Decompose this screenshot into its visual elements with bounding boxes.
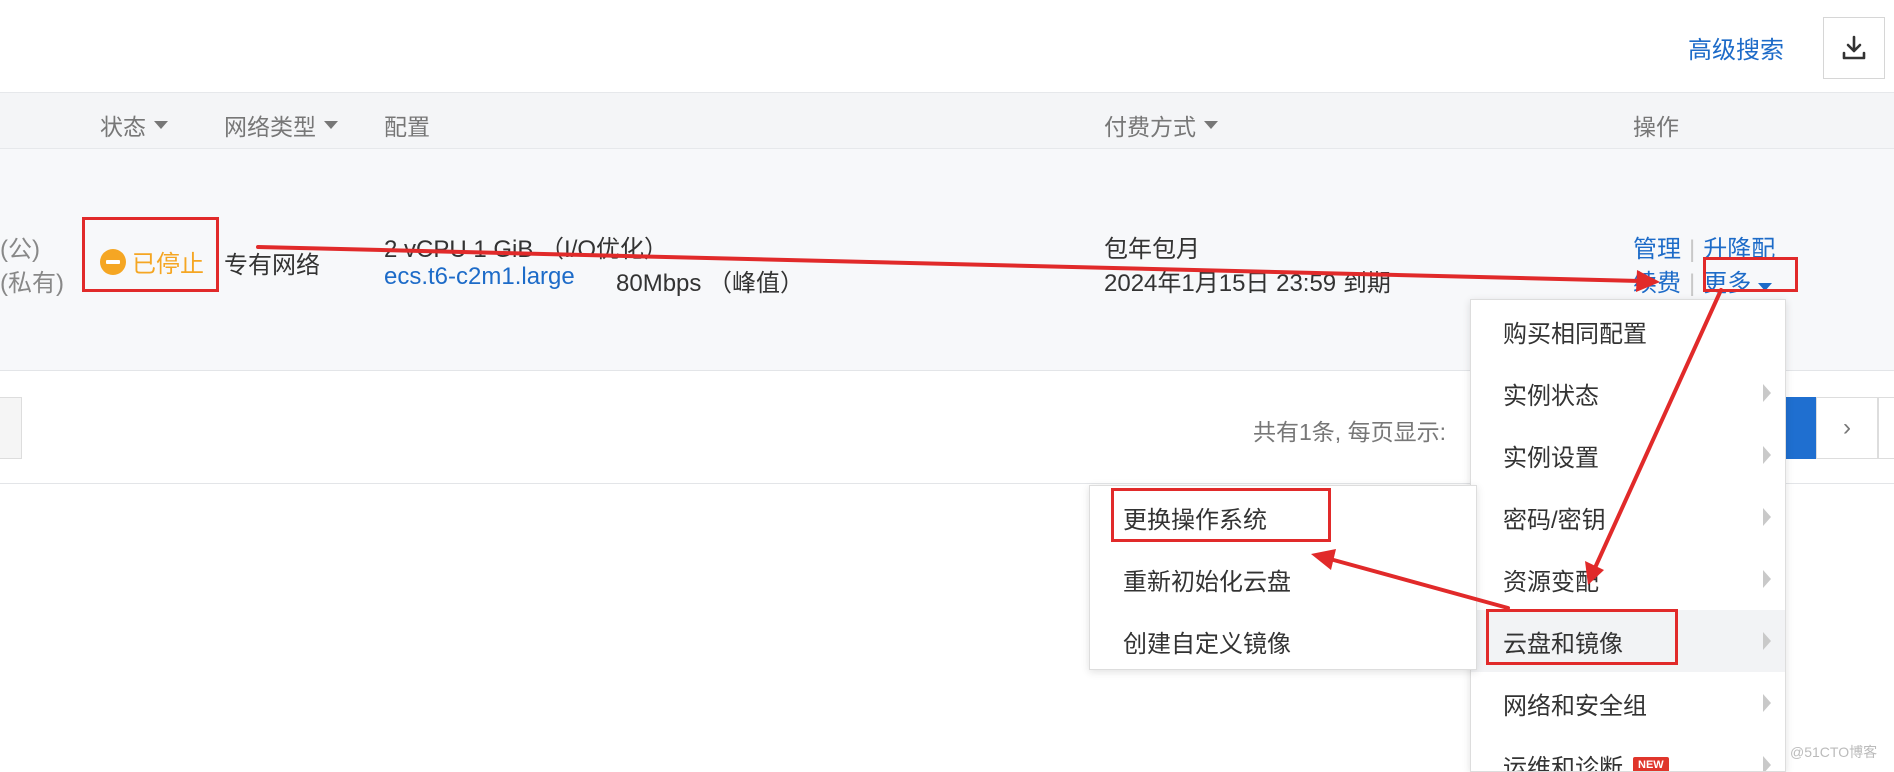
chevron-right-icon [1763,508,1771,526]
instance-type-link[interactable]: ecs.t6-c2m1.large [384,263,575,291]
config-spec: 2 vCPU 1 GiB （I/O优化） [384,236,669,263]
menu-item-resource-change[interactable]: 资源变配 [1471,548,1785,610]
menu-item-password-key[interactable]: 密码/密钥 [1471,486,1785,548]
column-network-type[interactable]: 网络类型 [224,108,338,142]
menu-item-network-security[interactable]: 网络和安全组 [1471,672,1785,734]
table-header: 状态 网络类型 配置 付费方式 操作 [0,92,1894,149]
menu-item-instance-status[interactable]: 实例状态 [1471,362,1785,424]
pager-edge-button[interactable] [1878,397,1894,459]
chevron-right-icon [1763,756,1771,771]
menu-item-ops-diagnosis[interactable]: 运维和诊断 NEW [1471,734,1785,771]
download-icon [1842,35,1866,60]
chevron-right-icon [1763,384,1771,402]
chevron-right-icon [1763,694,1771,712]
action-separator: | [1689,236,1696,263]
advanced-search-link[interactable]: 高级搜索 [1688,30,1784,65]
menu-item-instance-settings[interactable]: 实例设置 [1471,424,1785,486]
column-billing[interactable]: 付费方式 [1104,108,1218,142]
column-config: 配置 [384,114,430,140]
renew-link[interactable]: 续费 [1633,270,1681,297]
more-menu: 购买相同配置 实例状态 实例设置 密码/密钥 资源变配 云盘和镜像 网络和安全组… [1470,299,1786,772]
caret-down-icon [324,121,338,129]
chevron-right-icon [1763,446,1771,464]
network-type-value: 专有网络 [224,252,320,279]
next-page-button[interactable]: › [1816,397,1878,459]
highlight-status [82,217,219,292]
public-ip-suffix: (公) [0,236,40,263]
action-separator: | [1689,270,1696,297]
chevron-right-icon [1763,570,1771,588]
column-status[interactable]: 状态 [100,108,168,142]
billing-type: 包年包月 [1104,236,1200,263]
private-ip-suffix: (私有) [0,270,64,297]
expiry-date: 2024年1月15日 23:59 到期 [1104,270,1391,297]
new-badge: NEW [1633,757,1669,771]
manage-link[interactable]: 管理 [1633,236,1681,263]
submenu-item-reinit-disk[interactable]: 重新初始化云盘 [1090,548,1476,610]
toolbar: 高级搜索 [0,0,1894,92]
highlight-change-os [1111,488,1331,542]
caret-down-icon [1204,121,1218,129]
highlight-disk-image [1486,609,1678,665]
caret-down-icon [154,121,168,129]
chevron-right-icon [1763,632,1771,650]
pager-prev-box[interactable] [0,397,22,459]
highlight-more [1703,257,1798,292]
column-actions: 操作 [1633,114,1679,140]
bandwidth-value: 80Mbps （峰值） [616,270,805,297]
submenu-item-create-image[interactable]: 创建自定义镜像 [1090,610,1476,672]
menu-item-buy-same[interactable]: 购买相同配置 [1471,300,1785,362]
watermark: @51CTO博客 [1790,744,1878,760]
pager-total-text: 共有1条, 每页显示: [1253,419,1446,445]
download-button[interactable] [1823,17,1885,79]
